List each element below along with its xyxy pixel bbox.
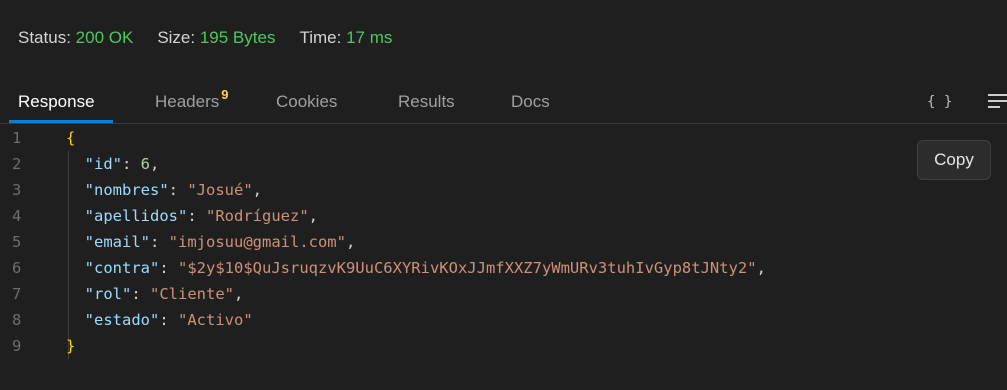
- code-text: "apellidos": "Rodríguez",: [84, 207, 318, 225]
- status-value: 200 OK: [75, 28, 134, 47]
- json-key: "id": [84, 155, 122, 173]
- status-label: Status:: [18, 28, 71, 47]
- code-text: }: [66, 333, 75, 359]
- json-value: "Rodríguez": [206, 207, 309, 225]
- braces-icon[interactable]: { }: [927, 94, 952, 110]
- json-brace: {: [66, 129, 76, 147]
- json-key: "contra": [84, 259, 160, 277]
- code-text: "rol": "Cliente",: [84, 285, 244, 303]
- size-value: 195 Bytes: [199, 28, 276, 47]
- code-text: "nombres": "Josué",: [84, 181, 263, 199]
- line-number: 2: [12, 155, 22, 173]
- json-brace: }: [66, 337, 76, 355]
- json-key: "estado": [84, 311, 160, 329]
- tab-results[interactable]: Results: [398, 92, 455, 112]
- code-editor[interactable]: 1 {2 "id": 6, 3 "nombres": "Josué", 4 "apel…: [0, 125, 1007, 390]
- json-key: "rol": [84, 285, 132, 303]
- time-value: 17 ms: [346, 28, 393, 47]
- json-value: "Cliente": [150, 285, 235, 303]
- tab-headers-label: Headers: [155, 92, 220, 111]
- copy-button[interactable]: Copy: [917, 140, 991, 180]
- time-label: Time:: [299, 28, 342, 47]
- active-tab-indicator: [9, 120, 113, 123]
- response-tabs: Response Headers 9 Cookies Results Docs {…: [0, 82, 1007, 124]
- tab-cookies[interactable]: Cookies: [276, 92, 337, 112]
- json-value: 6: [140, 155, 151, 173]
- line-number: 5: [12, 233, 22, 251]
- line-number: 4: [12, 207, 22, 225]
- json-key: "email": [84, 233, 150, 251]
- line-number: 6: [12, 259, 22, 277]
- code-text: "contra": "$2y$10$QuJsruqzvK9UuC6XYRivKO…: [84, 259, 766, 277]
- json-key: "nombres": [84, 181, 169, 199]
- json-value: "imjosuu@gmail.com": [168, 233, 346, 251]
- line-number: 7: [12, 285, 22, 303]
- code-text: "email": "imjosuu@gmail.com",: [84, 233, 356, 251]
- status-row: Status: 200 OK Size: 195 Bytes Time: 17 …: [18, 28, 416, 48]
- code-text: "estado": "Activo": [84, 311, 253, 329]
- status-info: Status: 200 OK: [18, 28, 133, 48]
- line-number: 8: [12, 311, 22, 329]
- json-value: "Activo": [178, 311, 253, 329]
- tab-docs[interactable]: Docs: [511, 92, 550, 112]
- time-info: Time: 17 ms: [299, 28, 392, 48]
- size-info: Size: 195 Bytes: [157, 28, 275, 48]
- line-number: 1: [12, 129, 22, 147]
- tab-headers[interactable]: Headers 9: [155, 87, 229, 112]
- json-key: "apellidos": [84, 207, 188, 225]
- status-bar: Status: 200 OK Size: 195 Bytes Time: 17 …: [0, 0, 1007, 80]
- json-value: "Josué": [187, 181, 253, 199]
- line-number: 3: [12, 181, 22, 199]
- code-text: {: [66, 125, 75, 151]
- json-value: "$2y$10$QuJsruqzvK9UuC6XYRivKOxJJmfXXZ7y…: [178, 259, 757, 277]
- menu-icon[interactable]: [988, 94, 1007, 110]
- response-panel: Status: 200 OK Size: 195 Bytes Time: 17 …: [0, 0, 1007, 390]
- headers-count-badge: 9: [221, 87, 229, 102]
- tab-response[interactable]: Response: [18, 92, 95, 112]
- line-number: 9: [12, 337, 22, 355]
- code-text: "id": 6,: [84, 155, 160, 173]
- size-label: Size:: [157, 28, 196, 47]
